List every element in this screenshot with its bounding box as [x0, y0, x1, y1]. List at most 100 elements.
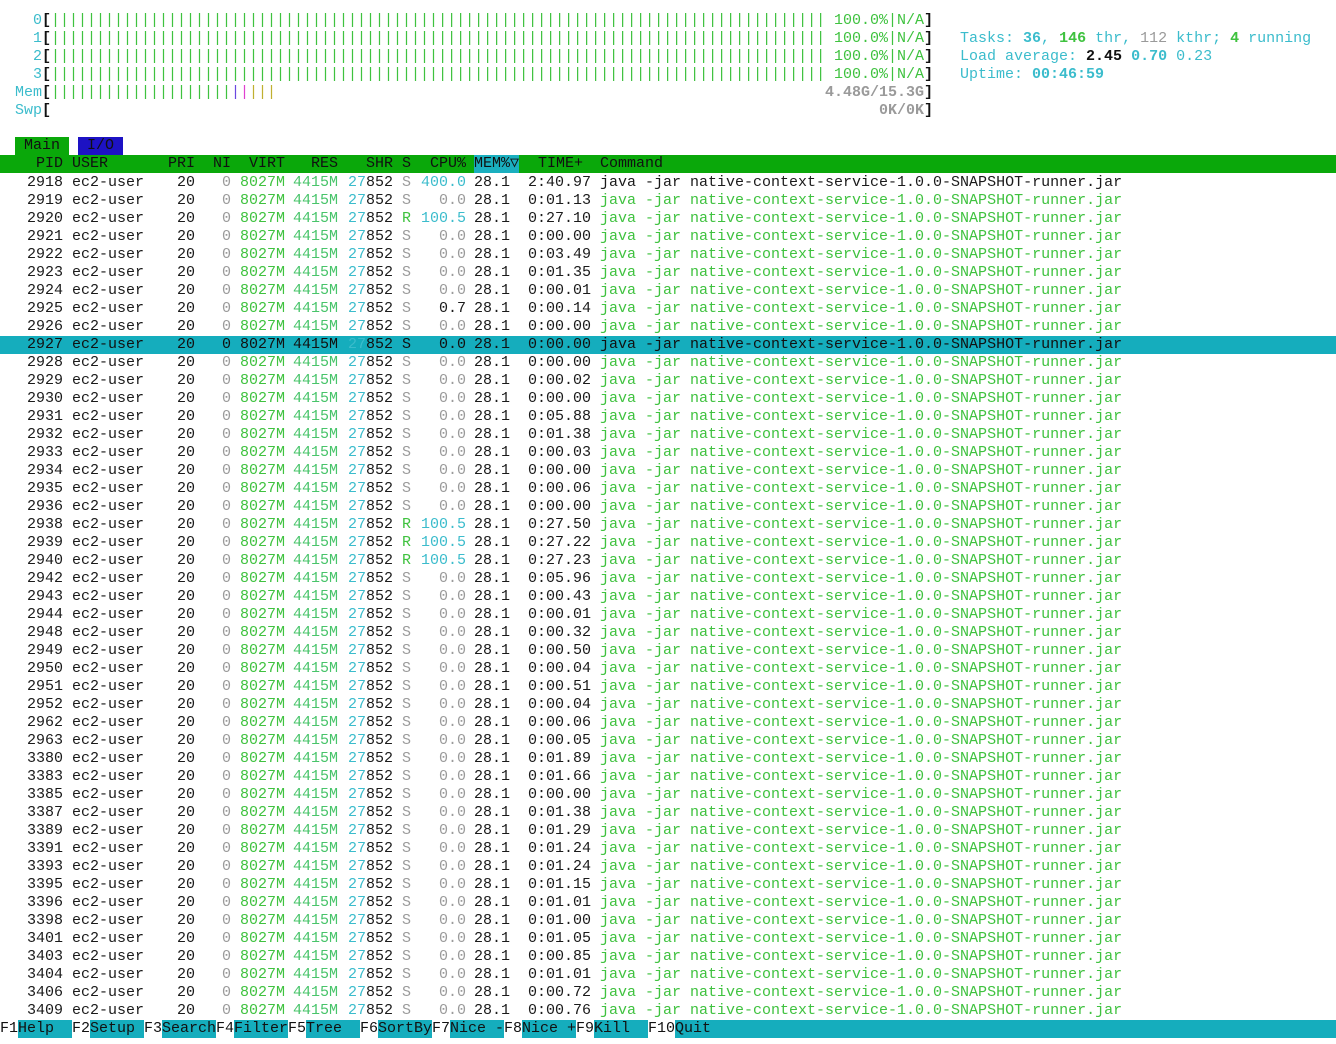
process-row[interactable]: 3403 ec2-user 20 0 8027M 4415M 27852 S 0.0 28.1 0:… [0, 948, 1336, 966]
fkey-label-nice-[interactable]: Nice + [522, 1020, 576, 1038]
col-cpu[interactable]: CPU% [420, 155, 466, 173]
process-row[interactable]: 2940 ec2-user 20 0 8027M 4415M 27852 R 100.5 28.1… [0, 552, 1336, 570]
process-row[interactable]: 3391 ec2-user 20 0 8027M 4415M 27852 S 0.0 28.1 0:… [0, 840, 1336, 858]
cpu-cell: 0.0 [438, 498, 466, 515]
process-row[interactable]: 2963 ec2-user 20 0 8027M 4415M 27852 S 0.0 28.1 0:… [0, 732, 1336, 750]
process-row[interactable]: 3387 ec2-user 20 0 8027M 4415M 27852 S 0.0 28.1 0:… [0, 804, 1336, 822]
nice-cell: 0 [221, 444, 231, 461]
process-row[interactable]: 2938 ec2-user 20 0 8027M 4415M 27852 R 100.5 28.1… [0, 516, 1336, 534]
process-row[interactable]: 3401 ec2-user 20 0 8027M 4415M 27852 S 0.0 28.1 0:… [0, 930, 1336, 948]
process-row[interactable]: 2943 ec2-user 20 0 8027M 4415M 27852 S 0.0 28.1 0:… [0, 588, 1336, 606]
process-row[interactable]: 2927 ec2-user 20 0 8027M 4415M 27852 S 0.0 28.1 0:… [0, 336, 1336, 354]
tab-io[interactable]: I/O [78, 137, 123, 155]
process-row[interactable]: 2920 ec2-user 20 0 8027M 4415M 27852 R 100.5 28.1… [0, 210, 1336, 228]
fkey-f6[interactable]: F6 [360, 1020, 378, 1038]
process-row[interactable]: 2932 ec2-user 20 0 8027M 4415M 27852 S 0.0 28.1 0:… [0, 426, 1336, 444]
process-row[interactable]: 3409 ec2-user 20 0 8027M 4415M 27852 S 0.0 28.1 0:… [0, 1002, 1336, 1020]
fkey-f5[interactable]: F5 [288, 1020, 306, 1038]
shr-cell: 27852 [342, 858, 393, 876]
fkey-f3[interactable]: F3 [144, 1020, 162, 1038]
time-cell: 0:01.38 [528, 426, 592, 443]
fkey-f4[interactable]: F4 [216, 1020, 234, 1038]
tab-main[interactable]: Main [15, 137, 69, 155]
process-row[interactable]: 3393 ec2-user 20 0 8027M 4415M 27852 S 0.0 28.1 0:… [0, 858, 1336, 876]
process-row[interactable]: 2950 ec2-user 20 0 8027M 4415M 27852 S 0.0 28.1 0:… [0, 660, 1336, 678]
col-time[interactable]: TIME+ [528, 155, 583, 173]
col-ni[interactable]: NI [198, 155, 231, 173]
fkey-label-help[interactable]: Help [18, 1020, 72, 1038]
process-row[interactable]: 2936 ec2-user 20 0 8027M 4415M 27852 S 0.0 28.1 0:… [0, 498, 1336, 516]
res-cell: 4415M [292, 624, 338, 641]
swp-value: 0K/0K [878, 102, 924, 119]
col-shr[interactable]: SHR [342, 155, 393, 173]
shr-thousands: 27 [347, 534, 366, 551]
fkey-f10[interactable]: F10 [648, 1020, 675, 1038]
fkey-label-tree[interactable]: Tree [306, 1020, 360, 1038]
command-cell: java -jar native-context-service-1.0.0-S… [600, 750, 1123, 767]
fkey-f1[interactable]: F1 [0, 1020, 18, 1038]
process-row[interactable]: 2922 ec2-user 20 0 8027M 4415M 27852 S 0.0 28.1 0:… [0, 246, 1336, 264]
process-row[interactable]: 3396 ec2-user 20 0 8027M 4415M 27852 S 0.0 28.1 0:… [0, 894, 1336, 912]
process-row[interactable]: 2926 ec2-user 20 0 8027M 4415M 27852 S 0.0 28.1 0:… [0, 318, 1336, 336]
state-cell: S [402, 858, 412, 875]
process-row[interactable]: 2949 ec2-user 20 0 8027M 4415M 27852 S 0.0 28.1 0:… [0, 642, 1336, 660]
state-cell: R [402, 210, 412, 227]
process-row[interactable]: 2935 ec2-user 20 0 8027M 4415M 27852 S 0.0 28.1 0:… [0, 480, 1336, 498]
fkey-label-filter[interactable]: Filter [234, 1020, 288, 1038]
process-row[interactable]: 2925 ec2-user 20 0 8027M 4415M 27852 S 0.7 28.1 0:… [0, 300, 1336, 318]
fkey-f7[interactable]: F7 [432, 1020, 450, 1038]
process-row[interactable]: 3383 ec2-user 20 0 8027M 4415M 27852 S 0.0 28.1 0:… [0, 768, 1336, 786]
process-row[interactable]: 3389 ec2-user 20 0 8027M 4415M 27852 S 0.0 28.1 0:… [0, 822, 1336, 840]
process-row[interactable]: 2921 ec2-user 20 0 8027M 4415M 27852 S 0.0 28.1 0:… [0, 228, 1336, 246]
process-row[interactable]: 2934 ec2-user 20 0 8027M 4415M 27852 S 0.0 28.1 0:… [0, 462, 1336, 480]
process-row[interactable]: 2951 ec2-user 20 0 8027M 4415M 27852 S 0.0 28.1 0:… [0, 678, 1336, 696]
process-row[interactable]: 2928 ec2-user 20 0 8027M 4415M 27852 S 0.0 28.1 0:… [0, 354, 1336, 372]
process-row[interactable]: 2918 ec2-user 20 0 8027M 4415M 27852 S 400.0 28.1… [0, 174, 1336, 192]
col-pri[interactable]: PRI [144, 155, 195, 173]
process-row[interactable]: 2933 ec2-user 20 0 8027M 4415M 27852 S 0.0 28.1 0:… [0, 444, 1336, 462]
process-row[interactable]: 3398 ec2-user 20 0 8027M 4415M 27852 S 0.0 28.1 0:… [0, 912, 1336, 930]
process-row[interactable]: 3395 ec2-user 20 0 8027M 4415M 27852 S 0.0 28.1 0:… [0, 876, 1336, 894]
process-row[interactable]: 2948 ec2-user 20 0 8027M 4415M 27852 S 0.0 28.1 0:… [0, 624, 1336, 642]
shr-thousands: 27 [347, 1002, 366, 1019]
col-mem-sorted[interactable]: MEM%▽ [474, 155, 519, 173]
process-row[interactable]: 2924 ec2-user 20 0 8027M 4415M 27852 S 0.0 28.1 0:… [0, 282, 1336, 300]
process-row[interactable]: 2952 ec2-user 20 0 8027M 4415M 27852 S 0.0 28.1 0:… [0, 696, 1336, 714]
process-row[interactable]: 3404 ec2-user 20 0 8027M 4415M 27852 S 0.0 28.1 0:… [0, 966, 1336, 984]
meter-bracket-close: ] [924, 48, 934, 65]
process-row[interactable]: 3380 ec2-user 20 0 8027M 4415M 27852 S 0.0 28.1 0:… [0, 750, 1336, 768]
user-cell: ec2-user [72, 318, 145, 335]
process-row[interactable]: 2931 ec2-user 20 0 8027M 4415M 27852 S 0.0 28.1 0:… [0, 408, 1336, 426]
col-virt[interactable]: VIRT [234, 155, 285, 173]
fkey-label-sortby[interactable]: SortBy [378, 1020, 432, 1038]
nice-cell: 0 [221, 246, 231, 263]
fkey-label-quit[interactable]: Quit [675, 1020, 729, 1038]
process-row[interactable]: 2930 ec2-user 20 0 8027M 4415M 27852 S 0.0 28.1 0:… [0, 390, 1336, 408]
col-res[interactable]: RES [288, 155, 338, 173]
fkey-f8[interactable]: F8 [504, 1020, 522, 1038]
mem-label: Mem [14, 84, 42, 101]
fkey-label-search[interactable]: Search [162, 1020, 216, 1038]
process-row[interactable]: 2919 ec2-user 20 0 8027M 4415M 27852 S 0.0 28.1 0:… [0, 192, 1336, 210]
running-label: running [1239, 30, 1312, 47]
fkey-label-nice-[interactable]: Nice - [450, 1020, 504, 1038]
process-row[interactable]: 2929 ec2-user 20 0 8027M 4415M 27852 S 0.0 28.1 0:… [0, 372, 1336, 390]
time-cell: 0:00.04 [528, 696, 592, 713]
priority-cell: 20 [176, 426, 195, 443]
col-state[interactable]: S [402, 155, 411, 173]
process-row[interactable]: 3385 ec2-user 20 0 8027M 4415M 27852 S 0.0 28.1 0:… [0, 786, 1336, 804]
process-row[interactable]: 2923 ec2-user 20 0 8027M 4415M 27852 S 0.0 28.1 0:… [0, 264, 1336, 282]
process-row[interactable]: 2962 ec2-user 20 0 8027M 4415M 27852 S 0.0 28.1 0:… [0, 714, 1336, 732]
fkey-label-setup[interactable]: Setup [90, 1020, 144, 1038]
process-row[interactable]: 2944 ec2-user 20 0 8027M 4415M 27852 S 0.0 28.1 0:… [0, 606, 1336, 624]
col-pid[interactable]: PID [0, 155, 63, 173]
fkey-label-kill[interactable]: Kill [594, 1020, 648, 1038]
process-row[interactable]: 2939 ec2-user 20 0 8027M 4415M 27852 R 100.5 28.1… [0, 534, 1336, 552]
fkey-f9[interactable]: F9 [576, 1020, 594, 1038]
state-cell: S [402, 390, 412, 407]
col-command[interactable]: Command [600, 155, 663, 173]
fkey-f2[interactable]: F2 [72, 1020, 90, 1038]
process-row[interactable]: 2942 ec2-user 20 0 8027M 4415M 27852 S 0.0 28.1 0:… [0, 570, 1336, 588]
process-row[interactable]: 3406 ec2-user 20 0 8027M 4415M 27852 S 0.0 28.1 0:… [0, 984, 1336, 1002]
col-user[interactable]: USER [72, 155, 108, 173]
